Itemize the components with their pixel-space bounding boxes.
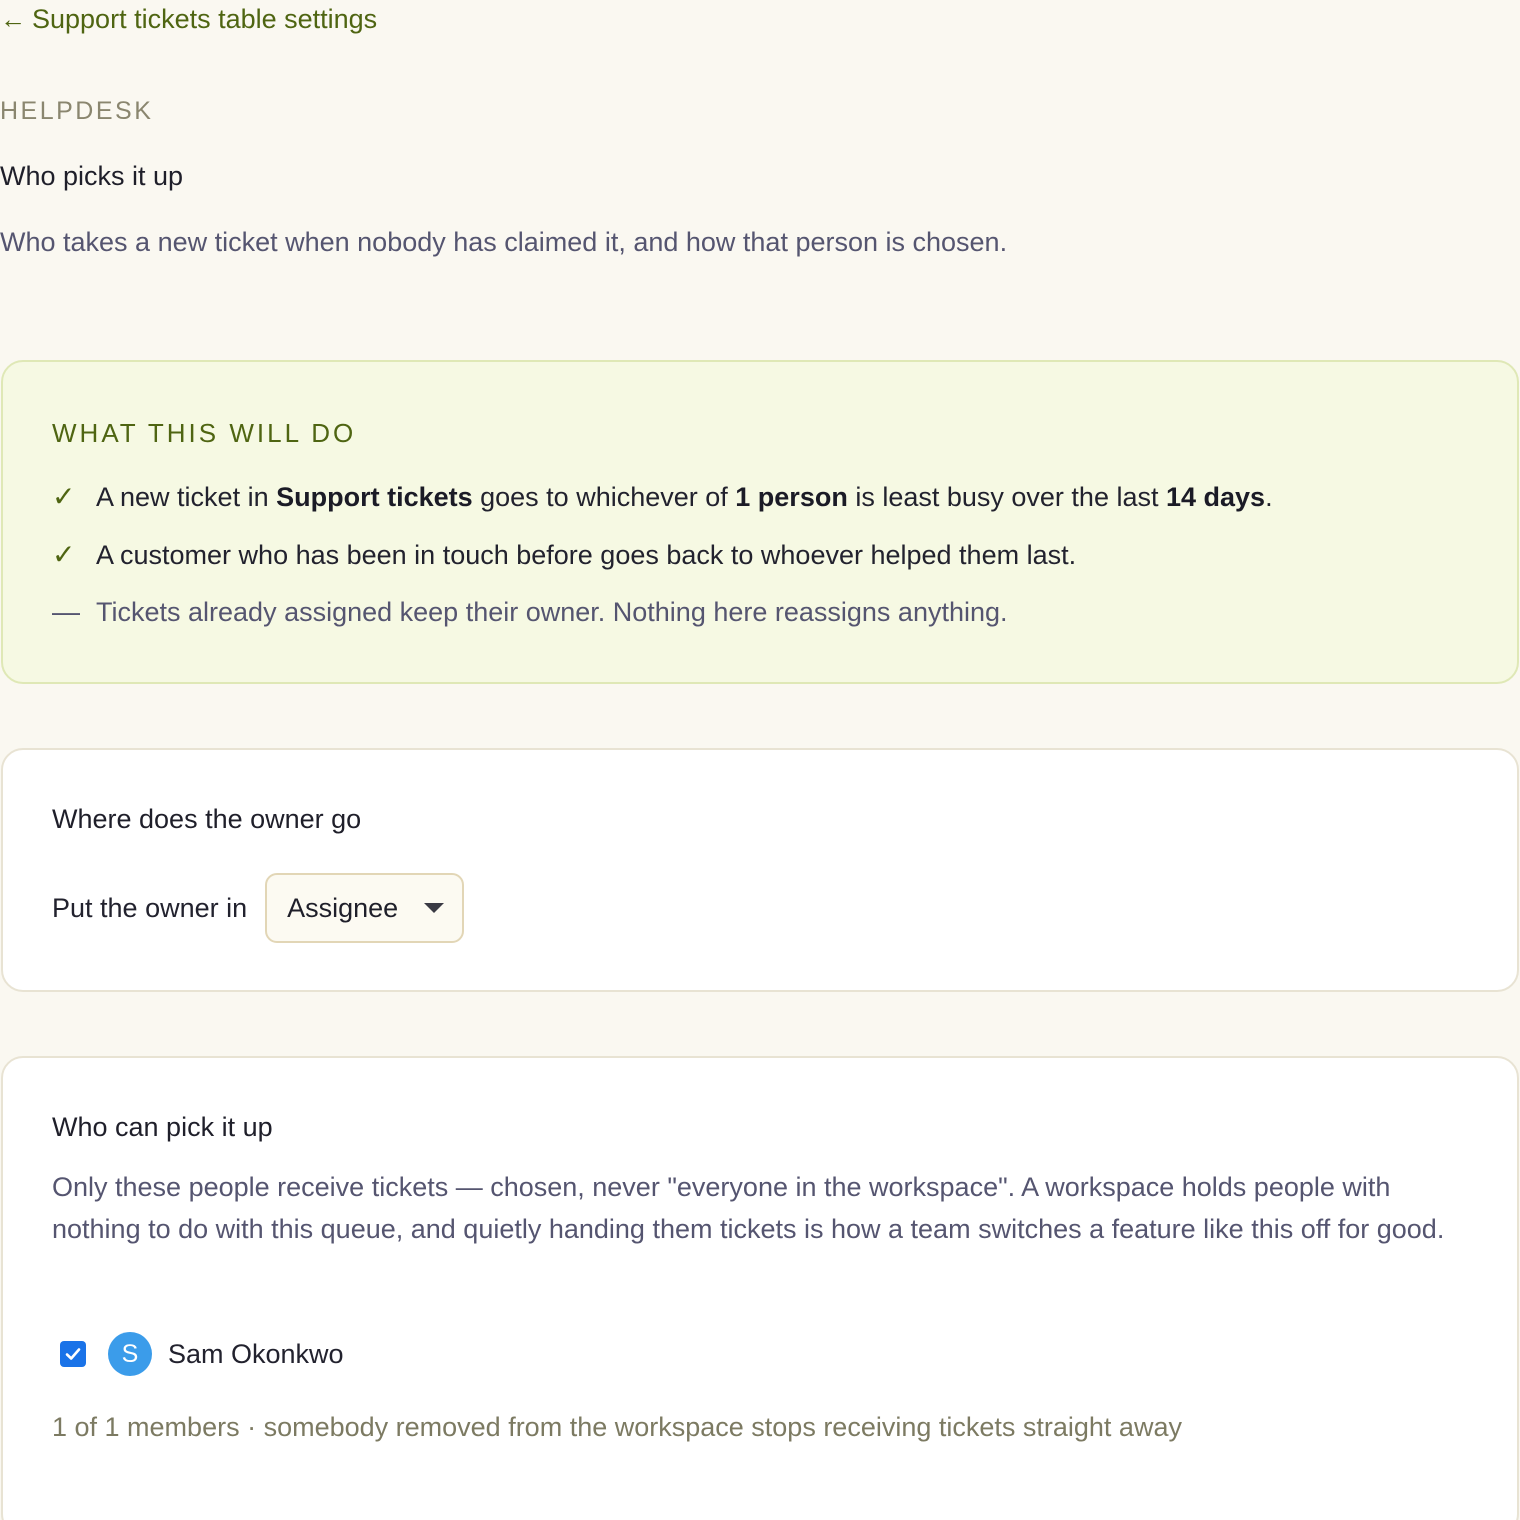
owner-card-title: Where does the owner go <box>52 804 362 834</box>
owner-field-label: Put the owner in <box>52 892 248 923</box>
owner-field-select[interactable]: Assignee <box>265 873 465 943</box>
page-title: Who picks it up <box>0 161 184 191</box>
summary-text-part: A new ticket in <box>96 482 277 512</box>
back-link-label: Support tickets table settings <box>32 4 378 34</box>
summary-list: ✓ A new ticket in Support tickets goes t… <box>52 480 1273 654</box>
back-link[interactable]: ← Support tickets table settings <box>0 4 377 35</box>
check-icon: ✓ <box>52 539 76 570</box>
picker-card: Who can pick it up Only these people rec… <box>1 1056 1519 1520</box>
page: ← Support tickets table settings HELPDES… <box>0 0 1520 1520</box>
summary-item: — Tickets already assigned keep their ow… <box>52 596 1273 654</box>
back-arrow-icon: ← <box>0 4 26 34</box>
summary-item-text: A new ticket in Support tickets goes to … <box>96 482 1273 513</box>
avatar: S <box>108 1332 152 1376</box>
owner-card: Where does the owner go Put the owner in… <box>1 748 1519 992</box>
summary-text-part: . <box>1265 482 1273 512</box>
summary-member-count: 1 person <box>735 482 848 512</box>
chevron-down-icon <box>424 903 445 913</box>
section-eyebrow: HELPDESK <box>0 97 154 125</box>
member-checkbox[interactable] <box>60 1341 86 1367</box>
summary-item: ✓ A customer who has been in touch befor… <box>52 538 1273 596</box>
check-icon: ✓ <box>52 481 76 512</box>
picker-card-title: Who can pick it up <box>52 1112 273 1142</box>
member-name: Sam Okonkwo <box>168 1338 344 1369</box>
summary-window: 14 days <box>1165 482 1266 512</box>
checkmark-icon <box>65 1348 81 1360</box>
owner-field-value: Assignee <box>287 892 399 923</box>
page-subtitle: Who takes a new ticket when nobody has c… <box>0 227 1008 257</box>
summary-text-part: goes to whichever of <box>472 482 736 512</box>
summary-table-name: Support tickets <box>276 482 473 512</box>
summary-item-text: A customer who has been in touch before … <box>96 540 1077 570</box>
summary-eyebrow: WHAT THIS WILL DO <box>52 418 357 448</box>
dash-icon: — <box>52 596 80 627</box>
picker-description: Only these people receive tickets — chos… <box>52 1172 1445 1244</box>
summary-text-part: is least busy over the last <box>847 482 1166 512</box>
summary-item: ✓ A new ticket in Support tickets goes t… <box>52 480 1273 538</box>
member-row[interactable]: S Sam Okonkwo <box>60 1332 344 1376</box>
summary-card: WHAT THIS WILL DO ✓ A new ticket in Supp… <box>1 360 1519 684</box>
member-count-note: 1 of 1 members · somebody removed from t… <box>52 1412 1182 1442</box>
owner-field-row: Put the owner in Assignee <box>52 873 465 943</box>
summary-item-text: Tickets already assigned keep their owne… <box>96 597 1008 627</box>
